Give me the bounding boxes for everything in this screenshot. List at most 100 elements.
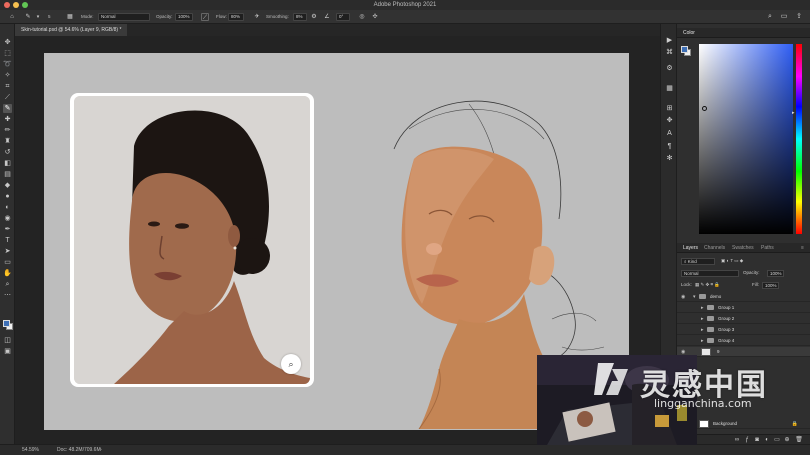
chevron-down-icon[interactable]: ▾ <box>34 13 42 21</box>
chevron-right-icon[interactable]: ▸ <box>701 327 704 333</box>
document-tab[interactable]: Skin-tutorial.psd @ 54.6% (Layer 9, RGB/… <box>15 24 128 36</box>
pressure-size-icon[interactable]: ◎ <box>358 13 366 21</box>
history-panel-icon[interactable]: ▶ <box>665 36 674 45</box>
angle-field[interactable]: 0° <box>336 13 350 21</box>
hue-slider-handle[interactable]: ▸ <box>792 110 795 116</box>
hue-slider[interactable] <box>796 44 802 234</box>
brush-tool-icon[interactable]: ✎ <box>24 13 32 21</box>
adjustments-panel-icon[interactable]: ▦ <box>665 84 674 93</box>
home-icon[interactable]: ⌂ <box>8 13 16 21</box>
site-watermark: 灵感中国 lingganchina.com <box>590 355 810 415</box>
hand-icon[interactable]: ✋ <box>3 269 12 278</box>
tab-color[interactable]: Color <box>683 30 695 36</box>
color-panel-foreground-swatch[interactable] <box>681 46 688 53</box>
sponge-icon[interactable]: ◉ <box>3 214 12 223</box>
marquee-icon[interactable]: ⬚ <box>3 49 12 58</box>
airbrush-icon[interactable]: ✈ <box>253 13 261 21</box>
smoothing-field[interactable]: 8% <box>293 13 307 21</box>
chevron-right-icon[interactable]: ▸ <box>701 316 704 322</box>
layer-row-demo[interactable]: ◉ ▾ demo <box>677 292 810 302</box>
layer-row-group-1[interactable]: ▸ Group 1 <box>677 303 810 313</box>
share-icon[interactable]: ⇪ <box>795 13 803 21</box>
eraser-icon[interactable]: ◧ <box>3 159 12 168</box>
doc-size-info[interactable]: Doc: 48.2M/709.6M <box>57 447 101 453</box>
flow-label: Flow: <box>216 14 227 19</box>
layer-kind-filter[interactable]: ⌕ Kind <box>681 258 715 265</box>
smoothing-settings-icon[interactable]: ⚙ <box>310 13 318 21</box>
search-icon[interactable]: ⌕ <box>766 13 774 21</box>
color-picker-field[interactable] <box>699 44 793 234</box>
info-panel-icon[interactable]: ✥ <box>665 116 674 125</box>
properties-panel-icon[interactable]: ⌘ <box>665 48 674 57</box>
symmetry-icon[interactable]: ✣ <box>371 13 379 21</box>
layer-row-group-3[interactable]: ▸ Group 3 <box>677 325 810 335</box>
lock-icon[interactable]: 🔒 <box>792 421 798 427</box>
quick-select-icon[interactable]: ✧ <box>3 71 12 80</box>
brush-size-label[interactable]: 5 <box>48 14 51 19</box>
layers-opacity-field[interactable]: 100% <box>767 270 784 277</box>
chevron-right-icon[interactable]: ▸ <box>701 305 704 311</box>
type-icon[interactable]: T <box>3 236 12 245</box>
move-icon[interactable]: ✥ <box>3 38 12 47</box>
dodge-icon[interactable]: ◐ <box>3 203 12 212</box>
link-icon[interactable]: ∞ <box>733 436 741 444</box>
path-select-icon[interactable]: ➤ <box>3 247 12 256</box>
tab-layers[interactable]: Layers <box>683 245 698 251</box>
tab-paths[interactable]: Paths <box>761 245 774 251</box>
opacity-field[interactable]: 100% <box>175 13 193 21</box>
trash-icon[interactable]: 🗑 <box>795 436 803 444</box>
adjustment-layer-icon[interactable]: ◐ <box>763 436 771 444</box>
quick-mask-icon[interactable]: ◫ <box>3 336 12 345</box>
flow-field[interactable]: 80% <box>228 13 244 21</box>
paragraph-panel-icon[interactable]: ¶ <box>665 142 674 151</box>
color-picker-marker[interactable] <box>702 106 707 111</box>
paint-bucket-icon[interactable]: ◆ <box>3 181 12 190</box>
screen-mode-icon[interactable]: ▣ <box>3 347 12 356</box>
title-bar: Adobe Photoshop 2021 <box>0 0 810 10</box>
eye-icon[interactable]: ◉ <box>681 294 685 300</box>
crop-icon[interactable]: ⌗ <box>3 82 12 91</box>
brush-icon[interactable]: ✎ <box>3 104 12 113</box>
lasso-icon[interactable]: ➰ <box>3 60 12 69</box>
tab-channels[interactable]: Channels <box>704 245 725 251</box>
lock-icons[interactable]: ▦ ✎ ✥ ⌗ 🔒 <box>695 281 720 289</box>
mask-icon[interactable]: ◙ <box>753 436 761 444</box>
layer-row-group-2[interactable]: ▸ Group 2 <box>677 314 810 324</box>
gradient-icon[interactable]: ▤ <box>3 170 12 179</box>
edit-toolbar-icon[interactable]: ⋯ <box>3 291 12 300</box>
zoom-level[interactable]: 54.59% <box>22 447 39 453</box>
fx-icon[interactable]: ƒ <box>743 436 751 444</box>
status-chevron-icon[interactable]: › <box>100 447 102 453</box>
foreground-color-swatch[interactable] <box>3 320 10 327</box>
toolbox: ✥ ⬚ ➰ ✧ ⌗ ⟋ ✎ ✚ ✏ ♜ ↺ ◧ ▤ ◆ ● ◐ ◉ ✒ T ➤ … <box>0 24 15 444</box>
mode-select[interactable]: Normal <box>98 13 150 21</box>
history-brush-icon[interactable]: ↺ <box>3 148 12 157</box>
zoom-icon[interactable]: ⌕ <box>3 280 12 289</box>
chevron-down-icon[interactable]: ▾ <box>693 294 696 300</box>
chevron-right-icon[interactable]: ▸ <box>701 338 704 344</box>
character-panel-icon[interactable]: A <box>665 129 674 138</box>
brush-settings-icon[interactable]: ▦ <box>66 13 74 21</box>
rectangle-icon[interactable]: ▭ <box>3 258 12 267</box>
panel-menu-icon[interactable]: ≡ <box>801 245 804 251</box>
pencil-icon[interactable]: ✏ <box>3 126 12 135</box>
fill-field[interactable]: 100% <box>762 282 779 289</box>
brush-panel-icon[interactable]: ⚙ <box>665 64 674 73</box>
tab-swatches[interactable]: Swatches <box>732 245 754 251</box>
blur-icon[interactable]: ● <box>3 192 12 201</box>
pen-icon[interactable]: ✒ <box>3 225 12 234</box>
pressure-opacity-icon[interactable]: ⟋ <box>201 13 209 21</box>
glyphs-panel-icon[interactable]: ✻ <box>665 154 674 163</box>
workspace-icon[interactable]: ▭ <box>780 13 788 21</box>
new-layer-icon[interactable]: ⊕ <box>783 436 791 444</box>
blend-mode-select[interactable]: Normal <box>681 270 739 277</box>
layer-row-group-4[interactable]: ▸ Group 4 <box>677 336 810 346</box>
eyedropper-icon[interactable]: ⟋ <box>3 93 12 102</box>
clone-stamp-icon[interactable]: ♜ <box>3 137 12 146</box>
filter-icons[interactable]: ▣ ◐ T ▭ ◆ <box>721 257 743 265</box>
libraries-panel-icon[interactable]: ⊞ <box>665 104 674 113</box>
healing-icon[interactable]: ✚ <box>3 115 12 124</box>
layer-thumbnail <box>699 420 709 428</box>
visual-search-icon[interactable]: ⌕ <box>281 354 301 374</box>
new-group-icon[interactable]: ▭ <box>773 436 781 444</box>
